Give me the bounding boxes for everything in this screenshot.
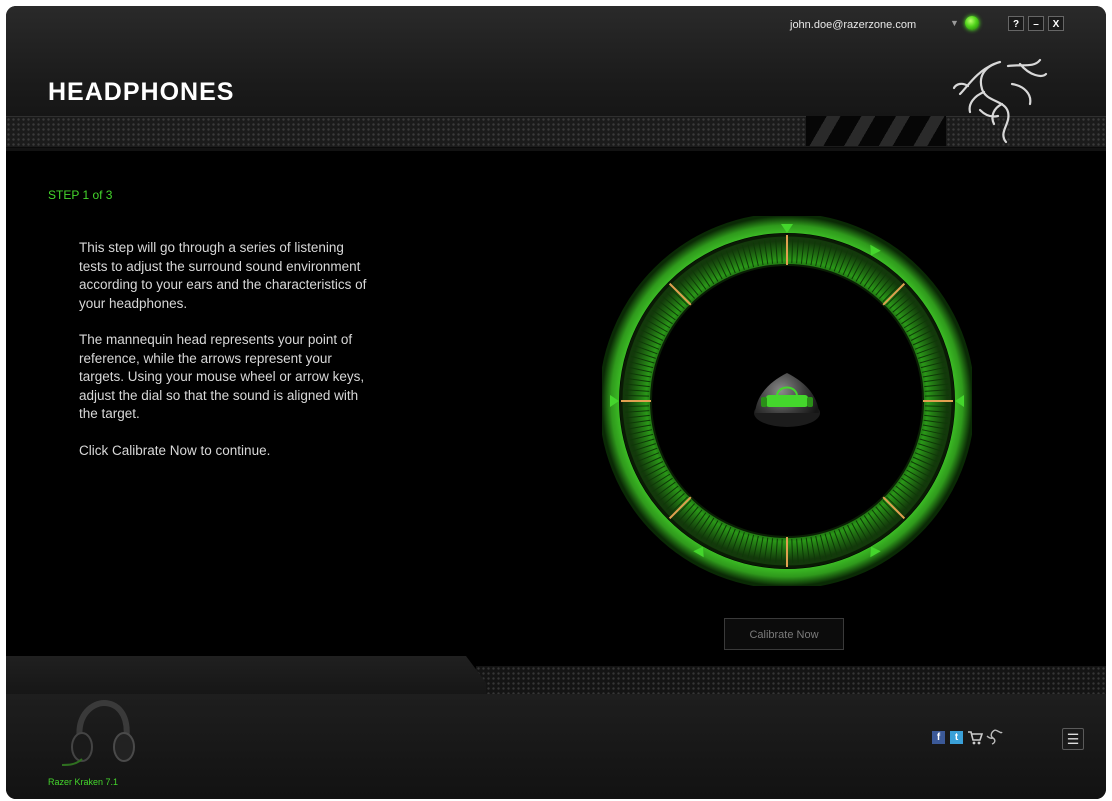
mannequin-head-icon [754,373,820,427]
instruction-paragraph-1: This step will go through a series of li… [79,240,367,311]
help-button[interactable]: ? [1008,16,1024,31]
calibrate-now-button[interactable]: Calibrate Now [724,618,844,650]
close-button[interactable]: X [1048,16,1064,31]
menu-button[interactable]: ☰ [1062,728,1084,750]
footer-mesh-strip [476,666,1106,696]
headset-icon [62,699,135,766]
page-title: HEADPHONES [48,78,235,106]
instructions-text: This step will go through a series of li… [79,239,374,478]
step-indicator: STEP 1 of 3 [48,188,113,202]
razer-snake-logo-icon [952,58,1048,144]
app-window: HEADPHONES john.doe@razerzone.com ▼ ? – … [6,6,1106,799]
minimize-button[interactable]: – [1028,16,1044,31]
chevron-down-icon[interactable]: ▼ [950,18,959,28]
footer-top-panel [6,656,486,696]
header-stripes [806,116,946,146]
cart-icon[interactable] [967,730,983,745]
footer-bar [6,694,1106,799]
status-dot-icon [965,16,979,30]
device-name: Razer Kraken 7.1 [48,777,119,787]
twitter-icon[interactable]: t [950,731,963,744]
razer-small-icon[interactable] [986,728,1004,746]
account-email[interactable]: john.doe@razerzone.com [790,19,916,31]
calibration-dial[interactable] [602,216,972,586]
facebook-icon[interactable]: f [932,731,945,744]
instruction-paragraph-3: Click Calibrate Now to continue. [79,442,271,458]
instruction-paragraph-2: The mannequin head represents your point… [79,332,365,421]
